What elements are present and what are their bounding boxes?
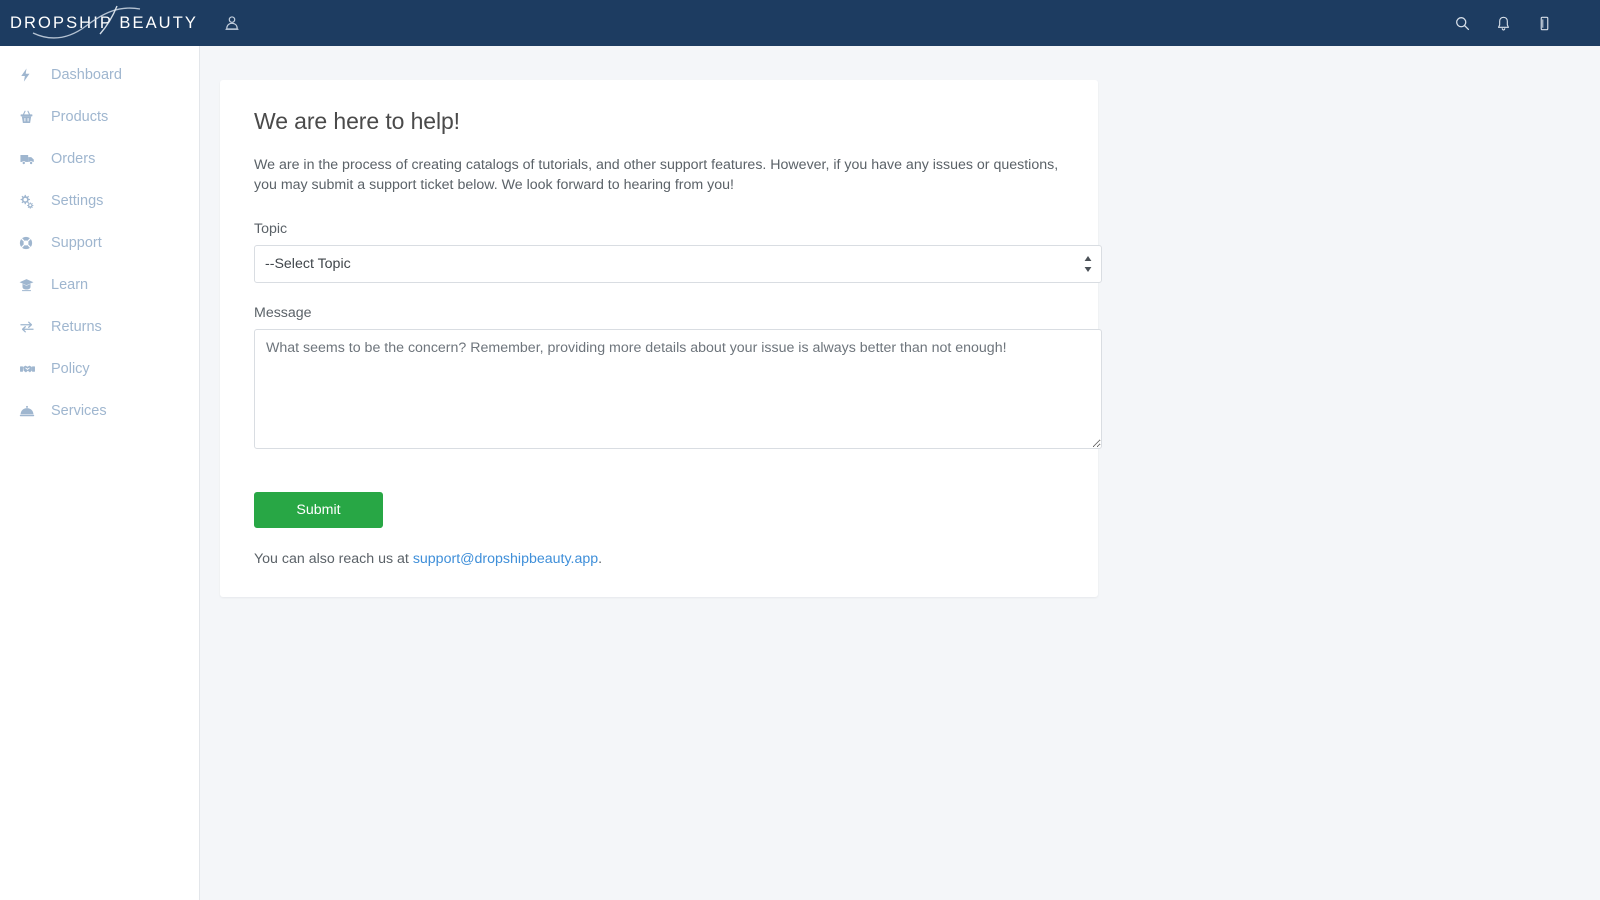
exchange-icon — [18, 319, 42, 335]
handshake-icon — [18, 361, 42, 377]
sidebar-item-label: Support — [51, 235, 102, 251]
gears-icon — [18, 193, 42, 210]
notifications-button[interactable] — [1483, 0, 1523, 46]
sidebar-item-label: Dashboard — [51, 67, 122, 83]
support-card: We are here to help! We are in the proce… — [220, 80, 1102, 598]
brand-logo[interactable]: DROPSHIP BEAUTY — [0, 0, 200, 46]
intro-text: We are in the process of creating catalo… — [254, 157, 1059, 194]
concierge-bell-icon — [18, 403, 42, 419]
sidebar-item-orders[interactable]: Orders — [0, 138, 199, 180]
sidebar-item-learn[interactable]: Learn — [0, 264, 199, 306]
page-title: We are here to help! — [254, 108, 460, 134]
mobile-app-button[interactable] — [1524, 0, 1564, 46]
topic-select-wrapper: --Select Topic — [254, 245, 1102, 284]
navbar-actions — [1442, 0, 1600, 46]
sidebar-item-returns[interactable]: Returns — [0, 306, 199, 348]
basket-icon — [18, 109, 42, 125]
sidebar-item-label: Policy — [51, 361, 90, 377]
graduation-cap-icon — [18, 277, 42, 293]
bell-icon — [1497, 16, 1509, 31]
mobile-icon — [1540, 16, 1548, 30]
topic-field-group: Topic --Select Topic — [254, 221, 1102, 284]
contact-suffix: . — [598, 551, 603, 568]
sidebar-item-support[interactable]: Support — [0, 222, 199, 264]
sidebar-item-label: Orders — [51, 151, 96, 167]
message-input[interactable] — [254, 329, 1102, 450]
user-icon — [225, 16, 239, 30]
support-email-link[interactable]: support@dropshipbeauty.app — [413, 551, 598, 567]
contact-line: You can also reach us at support@dropshi… — [254, 551, 1064, 567]
search-button[interactable] — [1442, 0, 1482, 46]
sidebar-item-services[interactable]: Services — [0, 390, 199, 432]
navbar-user-button[interactable] — [200, 0, 264, 46]
sidebar-item-label: Settings — [51, 193, 104, 209]
message-label: Message — [254, 305, 312, 322]
sidebar-item-dashboard[interactable]: Dashboard — [0, 54, 199, 96]
bolt-icon — [18, 67, 42, 83]
sidebar-item-products[interactable]: Products — [0, 96, 199, 138]
brand-name: DROPSHIP BEAUTY — [10, 13, 198, 32]
sidebar: Dashboard Products Orders Settings Suppo… — [0, 46, 200, 900]
message-field-group: Message — [254, 305, 1102, 454]
sidebar-item-label: Services — [51, 403, 107, 419]
topic-label: Topic — [254, 221, 288, 238]
sidebar-item-label: Returns — [51, 319, 102, 335]
top-navbar: DROPSHIP BEAUTY — [0, 0, 1600, 46]
main-content: We are here to help! We are in the proce… — [200, 46, 1600, 900]
contact-prefix: You can also reach us at — [254, 551, 413, 568]
sidebar-item-settings[interactable]: Settings — [0, 180, 199, 222]
sidebar-item-label: Learn — [51, 277, 89, 293]
sidebar-item-policy[interactable]: Policy — [0, 348, 199, 390]
topic-select[interactable]: --Select Topic — [254, 245, 1102, 284]
sidebar-item-label: Products — [51, 109, 109, 125]
life-ring-icon — [18, 235, 42, 251]
search-icon — [1455, 16, 1469, 30]
truck-icon — [18, 151, 42, 167]
submit-button[interactable]: Submit — [254, 492, 383, 529]
